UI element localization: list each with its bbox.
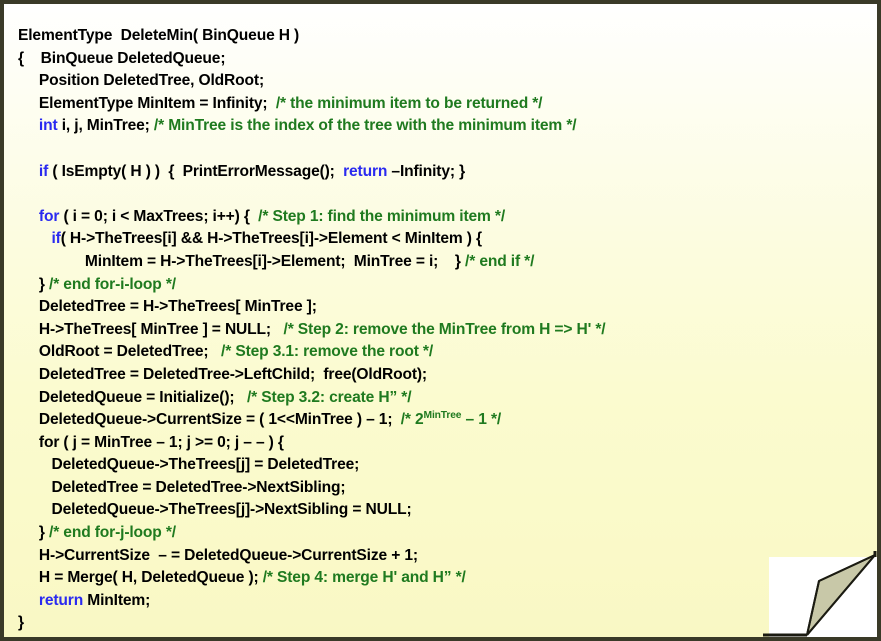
code-text: ( i = 0; i < MaxTrees; i++) { bbox=[59, 208, 258, 225]
code-keyword: int bbox=[39, 117, 58, 134]
code-text: for ( j = MinTree – 1; j >= 0; j – – ) { bbox=[18, 434, 284, 451]
code-line: for ( i = 0; i < MaxTrees; i++) { /* Ste… bbox=[18, 206, 881, 229]
code-keyword: if bbox=[39, 163, 48, 180]
code-line: ElementType DeleteMin( BinQueue H ) bbox=[18, 25, 881, 48]
code-text: ElementType MinItem = Infinity; bbox=[18, 95, 276, 112]
code-line: DeletedQueue = Initialize(); /* Step 3.2… bbox=[18, 387, 881, 410]
code-line: for ( j = MinTree – 1; j >= 0; j – – ) { bbox=[18, 432, 881, 455]
code-text bbox=[18, 117, 39, 134]
code-comment-superscript: MinTree bbox=[424, 410, 462, 421]
code-line: int i, j, MinTree; /* MinTree is the ind… bbox=[18, 115, 881, 138]
code-line: H->TheTrees[ MinTree ] = NULL; /* Step 2… bbox=[18, 319, 881, 342]
code-line: ElementType MinItem = Infinity; /* the m… bbox=[18, 93, 881, 116]
code-text: DeletedTree = H->TheTrees[ MinTree ]; bbox=[18, 298, 317, 315]
code-line: } bbox=[18, 612, 881, 635]
code-line: DeletedTree = H->TheTrees[ MinTree ]; bbox=[18, 296, 881, 319]
code-text: DeletedTree = DeletedTree->LeftChild; fr… bbox=[18, 366, 427, 383]
code-text: –Infinity; } bbox=[387, 163, 465, 180]
code-line: Position DeletedTree, OldRoot; bbox=[18, 70, 881, 93]
code-comment: /* Step 3.2: create H” */ bbox=[247, 389, 411, 406]
code-comment: /* Step 4: merge H' and H” */ bbox=[263, 569, 466, 586]
slide-border-top bbox=[0, 0, 881, 4]
code-comment: /* MinTree is the index of the tree with… bbox=[154, 117, 577, 134]
code-comment: /* end for-j-loop */ bbox=[49, 524, 176, 541]
code-text: DeletedQueue->TheTrees[j] = DeletedTree; bbox=[18, 456, 359, 473]
code-text: MinItem; bbox=[83, 592, 150, 609]
code-comment: /* end for-i-loop */ bbox=[49, 276, 176, 293]
code-comment: /* end if */ bbox=[465, 253, 534, 270]
code-text: { BinQueue DeletedQueue; bbox=[18, 50, 225, 67]
code-text: H = Merge( H, DeletedQueue ); bbox=[18, 569, 263, 586]
slide-border-left bbox=[0, 0, 4, 641]
code-line: return MinItem; bbox=[18, 590, 881, 613]
code-text: ElementType DeleteMin( BinQueue H ) bbox=[18, 27, 299, 44]
code-slide: ElementType DeleteMin( BinQueue H ) { Bin… bbox=[0, 0, 881, 641]
code-line: DeletedQueue->TheTrees[j] = DeletedTree; bbox=[18, 454, 881, 477]
code-keyword: return bbox=[39, 592, 83, 609]
slide-border-bottom bbox=[0, 637, 881, 641]
code-line: { BinQueue DeletedQueue; bbox=[18, 48, 881, 71]
code-line: DeletedQueue->TheTrees[j]->NextSibling =… bbox=[18, 499, 881, 522]
slide-border-right bbox=[877, 0, 881, 641]
code-comment: /* the minimum item to be returned */ bbox=[276, 95, 543, 112]
code-line: } /* end for-j-loop */ bbox=[18, 522, 881, 545]
code-text bbox=[18, 592, 39, 609]
code-comment: /* Step 3.1: remove the root */ bbox=[221, 343, 433, 360]
code-text: OldRoot = DeletedTree; bbox=[18, 343, 221, 360]
code-text: H->CurrentSize – = DeletedQueue->Current… bbox=[18, 547, 418, 564]
code-keyword: if bbox=[51, 230, 60, 247]
code-text bbox=[18, 208, 39, 225]
code-text: DeletedQueue = Initialize(); bbox=[18, 389, 247, 406]
code-line: OldRoot = DeletedTree; /* Step 3.1: remo… bbox=[18, 341, 881, 364]
code-line: H->CurrentSize – = DeletedQueue->Current… bbox=[18, 545, 881, 568]
code-text: Position DeletedTree, OldRoot; bbox=[18, 72, 264, 89]
code-text: ( IsEmpty( H ) ) { PrintErrorMessage(); bbox=[48, 163, 343, 180]
code-line: DeletedTree = DeletedTree->NextSibling; bbox=[18, 477, 881, 500]
code-comment: /* Step 1: find the minimum item */ bbox=[258, 208, 505, 225]
code-line: if( H->TheTrees[i] && H->TheTrees[i]->El… bbox=[18, 228, 881, 251]
page-fold-icon bbox=[763, 551, 881, 641]
code-keyword: return bbox=[343, 163, 387, 180]
code-text: DeletedTree = DeletedTree->NextSibling; bbox=[18, 479, 345, 496]
code-line bbox=[18, 138, 881, 161]
code-line: DeletedQueue->CurrentSize = ( 1<<MinTree… bbox=[18, 409, 881, 432]
code-text: } bbox=[18, 276, 49, 293]
code-text bbox=[18, 230, 51, 247]
code-text bbox=[18, 163, 39, 180]
code-line: H = Merge( H, DeletedQueue ); /* Step 4:… bbox=[18, 567, 881, 590]
code-text: } bbox=[18, 614, 24, 631]
code-line bbox=[18, 183, 881, 206]
code-block: ElementType DeleteMin( BinQueue H ) { Bin… bbox=[0, 13, 881, 641]
code-text bbox=[18, 140, 22, 157]
code-text: MinItem = H->TheTrees[i]->Element; MinTr… bbox=[18, 253, 465, 270]
code-text: i, j, MinTree; bbox=[58, 117, 154, 134]
code-line: if ( IsEmpty( H ) ) { PrintErrorMessage(… bbox=[18, 161, 881, 184]
code-text: H->TheTrees[ MinTree ] = NULL; bbox=[18, 321, 284, 338]
code-text: ( H->TheTrees[i] && H->TheTrees[i]->Elem… bbox=[61, 230, 482, 247]
code-line: MinItem = H->TheTrees[i]->Element; MinTr… bbox=[18, 251, 881, 274]
code-comment: – 1 */ bbox=[461, 411, 501, 428]
code-text: DeletedQueue->CurrentSize = ( 1<<MinTree… bbox=[18, 411, 401, 428]
code-comment: /* Step 2: remove the MinTree from H => … bbox=[284, 321, 606, 338]
code-text: DeletedQueue->TheTrees[j]->NextSibling =… bbox=[18, 501, 412, 518]
code-keyword: for bbox=[39, 208, 59, 225]
code-text: } bbox=[18, 524, 49, 541]
code-text bbox=[18, 185, 22, 202]
code-comment: /* 2 bbox=[401, 411, 424, 428]
code-line: } /* end for-i-loop */ bbox=[18, 274, 881, 297]
code-line: DeletedTree = DeletedTree->LeftChild; fr… bbox=[18, 364, 881, 387]
